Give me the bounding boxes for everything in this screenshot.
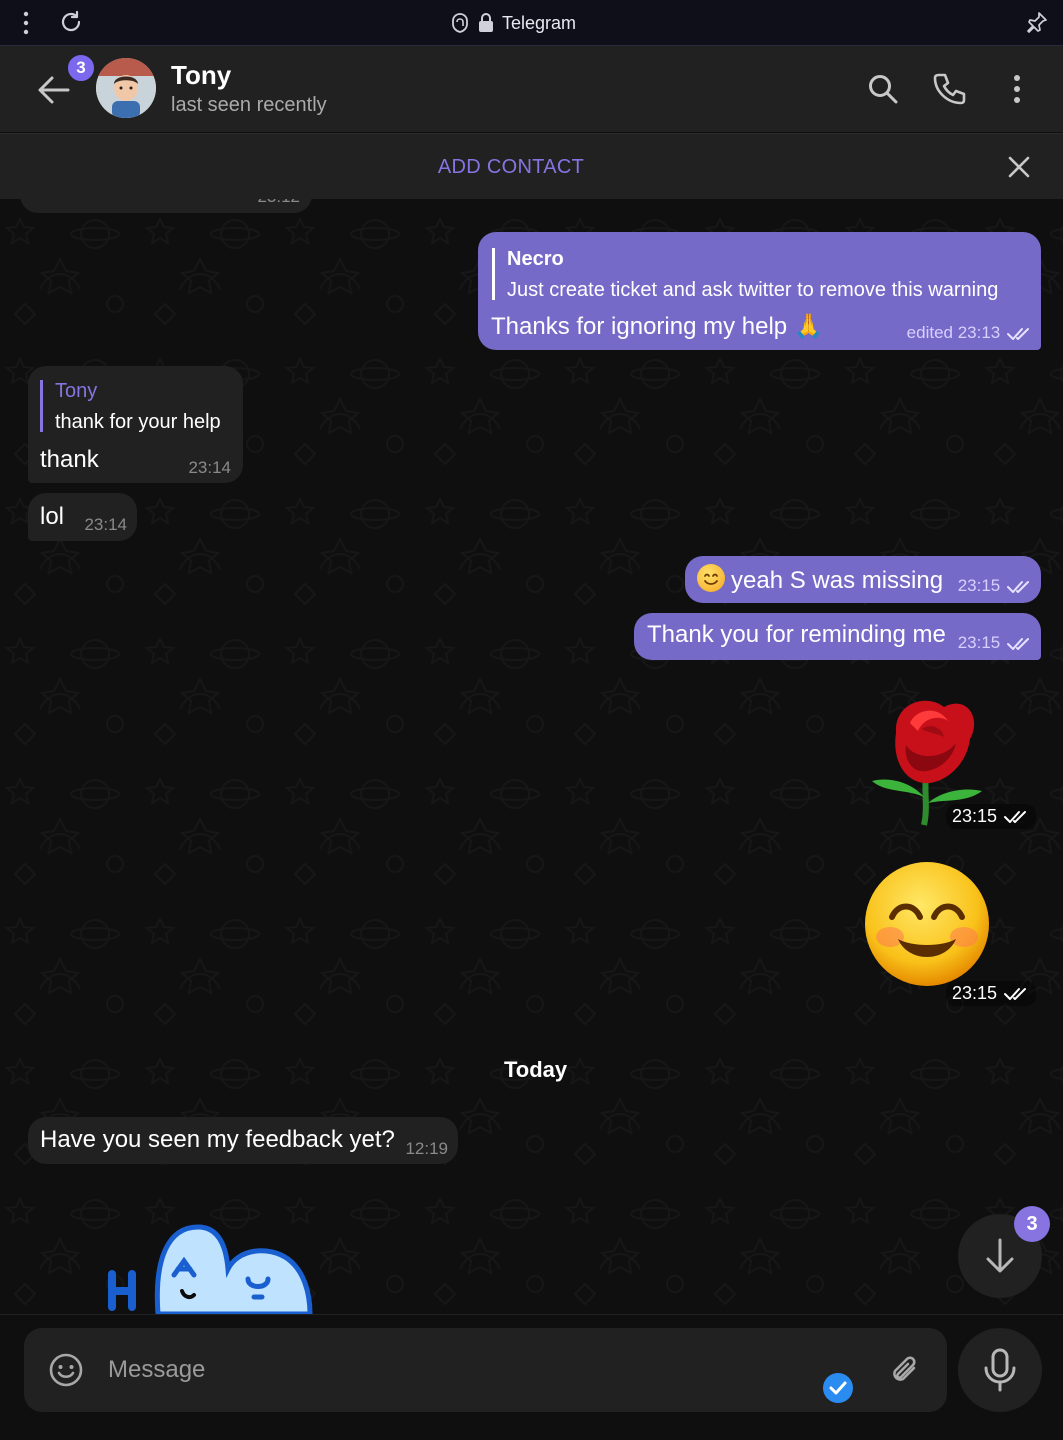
contact-name[interactable]: Tony: [171, 60, 231, 91]
message-input[interactable]: [108, 1348, 808, 1392]
message-text: Thanks for ignoring my help 🙏: [491, 313, 824, 340]
chat-area[interactable]: 23:12 Necro Just create ticket and ask t…: [0, 199, 1063, 1314]
message-time: 23:12: [257, 199, 300, 207]
double-check-icon: [1004, 811, 1027, 824]
smiling-face-icon: [697, 564, 725, 592]
date-separator: Today: [504, 1057, 568, 1082]
smiling-face-sticker[interactable]: [862, 859, 992, 989]
double-check-icon: [1004, 988, 1027, 1001]
chat-header: [0, 46, 1063, 132]
message-outgoing[interactable]: Necro Just create ticket and ask twitter…: [478, 232, 1041, 350]
reply-quote[interactable]: Necro Just create ticket and ask twitter…: [492, 248, 999, 301]
message-outgoing[interactable]: Thank you for reminding me 23:15: [634, 613, 1041, 660]
message-time-label: 23:15: [952, 983, 998, 1003]
verified-check-icon: [823, 1373, 853, 1403]
message-time: 23:14: [84, 515, 127, 534]
message-time-label: edited 23:13: [906, 323, 1001, 342]
message-composer: [24, 1328, 947, 1412]
composer-area: [0, 1314, 1063, 1440]
message-partial-top[interactable]: 23:12: [20, 199, 312, 213]
reply-text: thank for your help: [55, 411, 221, 433]
add-contact-button[interactable]: ADD CONTACT: [0, 156, 1022, 179]
double-check-icon: [1007, 580, 1029, 593]
message-incoming[interactable]: Tony thank for your help thank 23:14: [28, 366, 243, 483]
unread-badge: 3: [66, 53, 96, 83]
microphone-icon: [984, 1348, 1016, 1392]
message-text: yeah S was missing: [697, 564, 943, 595]
double-check-icon: [1007, 327, 1029, 340]
message-incoming[interactable]: Have you seen my feedback yet? 12:19: [28, 1117, 458, 1164]
browser-bar: Telegram: [0, 0, 1063, 46]
message-time: 23:14: [188, 458, 231, 477]
message-time: 23:15: [946, 804, 1037, 829]
hi-sticker[interactable]: [98, 1219, 318, 1314]
more-vertical-icon[interactable]: [1000, 72, 1034, 106]
message-text-label: yeah S was missing: [731, 567, 944, 594]
last-seen-status: last seen recently: [171, 94, 327, 116]
message-time-label: 23:15: [952, 806, 998, 826]
tracking-protection-icon: [452, 13, 468, 33]
close-icon[interactable]: [1006, 154, 1032, 180]
more-vertical-icon[interactable]: [18, 10, 34, 36]
add-contact-banner: ADD CONTACT: [0, 133, 1063, 199]
message-time: 23:15: [958, 633, 1033, 653]
message-time: 23:15: [958, 576, 1033, 596]
message-text: Thank you for reminding me: [647, 621, 946, 648]
message-time-label: 23:15: [957, 576, 1001, 595]
message-incoming[interactable]: lol 23:14: [28, 493, 137, 541]
reload-icon[interactable]: [58, 9, 84, 35]
scroll-down-unread-badge: 3: [1014, 1206, 1050, 1242]
message-time: 23:15: [946, 981, 1037, 1006]
reply-text: Just create ticket and ask twitter to re…: [507, 279, 999, 301]
message-time: 12:19: [405, 1139, 448, 1158]
message-text: Have you seen my feedback yet?: [40, 1126, 395, 1153]
search-icon[interactable]: [866, 72, 900, 106]
reply-author: Tony: [55, 380, 98, 402]
avatar-photo: [96, 58, 156, 118]
message-text: lol: [40, 503, 65, 530]
reply-author: Necro: [507, 248, 564, 270]
reply-quote[interactable]: Tony thank for your help: [40, 380, 221, 433]
page-title: Telegram: [502, 12, 577, 33]
message-outgoing[interactable]: yeah S was missing 23:15: [685, 556, 1041, 603]
address-bar[interactable]: Telegram: [450, 10, 576, 36]
emoji-icon[interactable]: [48, 1352, 84, 1388]
message-time-label: 23:15: [957, 633, 1001, 652]
double-check-icon: [1007, 637, 1029, 650]
back-arrow-icon[interactable]: [34, 72, 74, 108]
message-text: thank: [40, 446, 99, 473]
voice-message-button[interactable]: [958, 1328, 1042, 1412]
lock-icon: [479, 13, 493, 32]
message-time: edited 23:13: [907, 323, 1033, 343]
avatar[interactable]: [96, 58, 156, 118]
paperclip-icon[interactable]: [888, 1352, 922, 1388]
phone-icon[interactable]: [932, 72, 966, 106]
pin-icon[interactable]: [1025, 10, 1049, 34]
